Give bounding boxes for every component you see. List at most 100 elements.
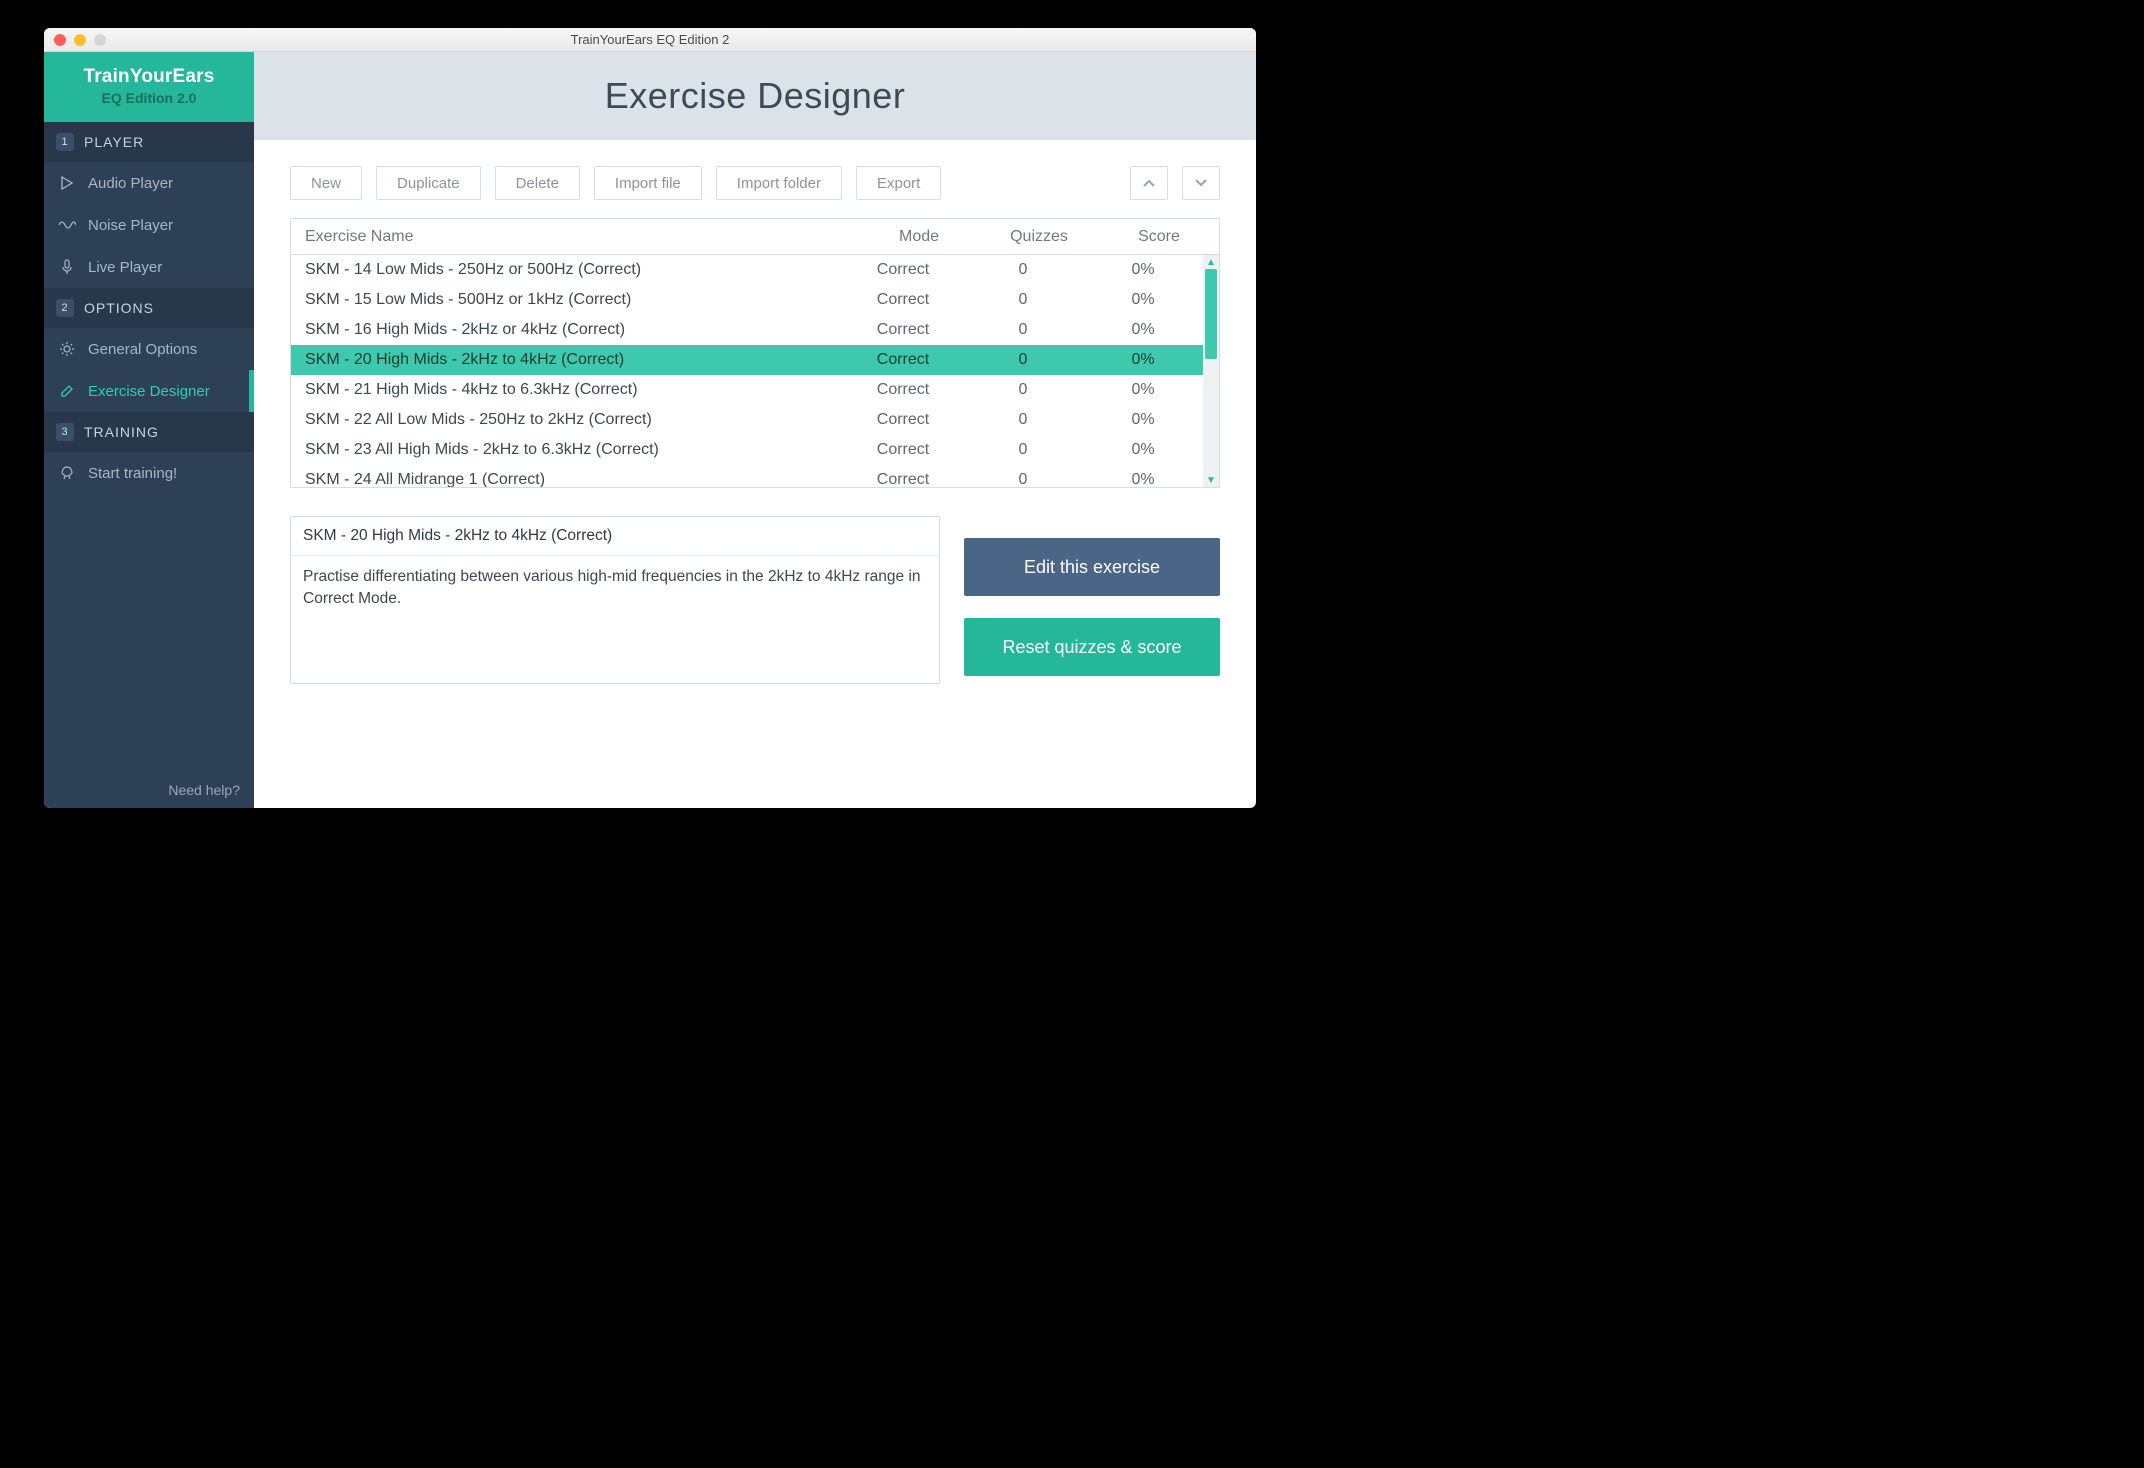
table-row[interactable]: SKM - 14 Low Mids - 250Hz or 500Hz (Corr… bbox=[291, 255, 1203, 285]
cell-name: SKM - 15 Low Mids - 500Hz or 1kHz (Corre… bbox=[291, 291, 843, 309]
app-window: TrainYourEars EQ Edition 2 TrainYourEars… bbox=[44, 28, 1256, 808]
sidebar: TrainYourEars EQ Edition 2.0 1 PLAYER Au… bbox=[44, 52, 254, 808]
cell-score: 0% bbox=[1083, 381, 1203, 399]
cell-quizzes: 0 bbox=[963, 321, 1083, 339]
cell-score: 0% bbox=[1083, 291, 1203, 309]
table-row[interactable]: SKM - 24 All Midrange 1 (Correct)Correct… bbox=[291, 465, 1203, 487]
cell-score: 0% bbox=[1083, 471, 1203, 487]
chevron-up-icon bbox=[1142, 178, 1156, 188]
section-number: 3 bbox=[56, 423, 74, 441]
cell-quizzes: 0 bbox=[963, 351, 1083, 369]
cell-quizzes: 0 bbox=[963, 441, 1083, 459]
play-icon bbox=[58, 174, 76, 192]
duplicate-button[interactable]: Duplicate bbox=[376, 166, 481, 200]
detail-description: Practise differentiating between various… bbox=[291, 556, 939, 621]
rocket-icon bbox=[58, 464, 76, 482]
edit-exercise-button[interactable]: Edit this exercise bbox=[964, 538, 1220, 596]
col-score: Score bbox=[1099, 228, 1219, 246]
col-mode: Mode bbox=[859, 228, 979, 246]
import-folder-button[interactable]: Import folder bbox=[716, 166, 842, 200]
cell-quizzes: 0 bbox=[963, 291, 1083, 309]
window-title: TrainYourEars EQ Edition 2 bbox=[44, 32, 1256, 47]
section-player: 1 PLAYER bbox=[44, 122, 254, 162]
table-body: SKM - 14 Low Mids - 250Hz or 500Hz (Corr… bbox=[291, 255, 1203, 487]
table-row[interactable]: SKM - 20 High Mids - 2kHz to 4kHz (Corre… bbox=[291, 345, 1203, 375]
cell-mode: Correct bbox=[843, 381, 963, 399]
gear-icon bbox=[58, 340, 76, 358]
col-quizzes: Quizzes bbox=[979, 228, 1099, 246]
cell-name: SKM - 23 All High Mids - 2kHz to 6.3kHz … bbox=[291, 441, 843, 459]
nav-live-player[interactable]: Live Player bbox=[44, 246, 254, 288]
cell-score: 0% bbox=[1083, 321, 1203, 339]
nav-label: Exercise Designer bbox=[88, 383, 210, 400]
cell-name: SKM - 21 High Mids - 4kHz to 6.3kHz (Cor… bbox=[291, 381, 843, 399]
cell-mode: Correct bbox=[843, 321, 963, 339]
cell-score: 0% bbox=[1083, 261, 1203, 279]
cell-mode: Correct bbox=[843, 351, 963, 369]
section-label: OPTIONS bbox=[84, 300, 154, 316]
cell-score: 0% bbox=[1083, 351, 1203, 369]
nav-label: Live Player bbox=[88, 259, 162, 276]
section-training: 3 TRAINING bbox=[44, 412, 254, 452]
nav-label: General Options bbox=[88, 341, 197, 358]
cell-quizzes: 0 bbox=[963, 381, 1083, 399]
nav-label: Noise Player bbox=[88, 217, 173, 234]
toolbar: New Duplicate Delete Import file Import … bbox=[290, 166, 1220, 200]
move-up-button[interactable] bbox=[1130, 166, 1168, 200]
wave-icon bbox=[58, 216, 76, 234]
cell-mode: Correct bbox=[843, 441, 963, 459]
brand-line2: EQ Edition 2.0 bbox=[44, 90, 254, 106]
brand-line1: TrainYourEars bbox=[44, 66, 254, 88]
table-header: Exercise Name Mode Quizzes Score bbox=[291, 219, 1219, 255]
brand: TrainYourEars EQ Edition 2.0 bbox=[44, 52, 254, 122]
cell-score: 0% bbox=[1083, 411, 1203, 429]
main: Exercise Designer New Duplicate Delete I… bbox=[254, 52, 1256, 808]
table-row[interactable]: SKM - 22 All Low Mids - 250Hz to 2kHz (C… bbox=[291, 405, 1203, 435]
reset-quizzes-button[interactable]: Reset quizzes & score bbox=[964, 618, 1220, 676]
nav-label: Audio Player bbox=[88, 175, 173, 192]
titlebar: TrainYourEars EQ Edition 2 bbox=[44, 28, 1256, 52]
delete-button[interactable]: Delete bbox=[495, 166, 580, 200]
detail-title: SKM - 20 High Mids - 2kHz to 4kHz (Corre… bbox=[291, 517, 939, 556]
scroll-up-icon[interactable]: ▲ bbox=[1203, 255, 1219, 269]
mic-icon bbox=[58, 258, 76, 276]
table-row[interactable]: SKM - 23 All High Mids - 2kHz to 6.3kHz … bbox=[291, 435, 1203, 465]
table-row[interactable]: SKM - 15 Low Mids - 500Hz or 1kHz (Corre… bbox=[291, 285, 1203, 315]
cell-mode: Correct bbox=[843, 411, 963, 429]
export-button[interactable]: Export bbox=[856, 166, 941, 200]
help-link[interactable]: Need help? bbox=[44, 772, 254, 808]
cell-score: 0% bbox=[1083, 441, 1203, 459]
section-label: PLAYER bbox=[84, 134, 144, 150]
scroll-thumb[interactable] bbox=[1205, 269, 1217, 359]
cell-mode: Correct bbox=[843, 291, 963, 309]
chevron-down-icon bbox=[1194, 178, 1208, 188]
cell-quizzes: 0 bbox=[963, 261, 1083, 279]
new-button[interactable]: New bbox=[290, 166, 362, 200]
edit-icon bbox=[58, 382, 76, 400]
cell-mode: Correct bbox=[843, 261, 963, 279]
exercise-table: Exercise Name Mode Quizzes Score SKM - 1… bbox=[290, 218, 1220, 488]
nav-label: Start training! bbox=[88, 465, 177, 482]
page-title: Exercise Designer bbox=[254, 52, 1256, 140]
table-row[interactable]: SKM - 16 High Mids - 2kHz or 4kHz (Corre… bbox=[291, 315, 1203, 345]
scroll-down-icon[interactable]: ▼ bbox=[1203, 473, 1219, 487]
section-label: TRAINING bbox=[84, 424, 159, 440]
nav-noise-player[interactable]: Noise Player bbox=[44, 204, 254, 246]
scrollbar[interactable]: ▲ ▼ bbox=[1203, 255, 1219, 487]
cell-quizzes: 0 bbox=[963, 471, 1083, 487]
nav-audio-player[interactable]: Audio Player bbox=[44, 162, 254, 204]
nav-exercise-designer[interactable]: Exercise Designer bbox=[44, 370, 254, 412]
nav-general-options[interactable]: General Options bbox=[44, 328, 254, 370]
cell-mode: Correct bbox=[843, 471, 963, 487]
section-number: 2 bbox=[56, 299, 74, 317]
cell-name: SKM - 22 All Low Mids - 250Hz to 2kHz (C… bbox=[291, 411, 843, 429]
exercise-detail: SKM - 20 High Mids - 2kHz to 4kHz (Corre… bbox=[290, 516, 940, 684]
move-down-button[interactable] bbox=[1182, 166, 1220, 200]
section-options: 2 OPTIONS bbox=[44, 288, 254, 328]
section-number: 1 bbox=[56, 133, 74, 151]
cell-quizzes: 0 bbox=[963, 411, 1083, 429]
nav-start-training[interactable]: Start training! bbox=[44, 452, 254, 494]
cell-name: SKM - 14 Low Mids - 250Hz or 500Hz (Corr… bbox=[291, 261, 843, 279]
table-row[interactable]: SKM - 21 High Mids - 4kHz to 6.3kHz (Cor… bbox=[291, 375, 1203, 405]
import-file-button[interactable]: Import file bbox=[594, 166, 702, 200]
